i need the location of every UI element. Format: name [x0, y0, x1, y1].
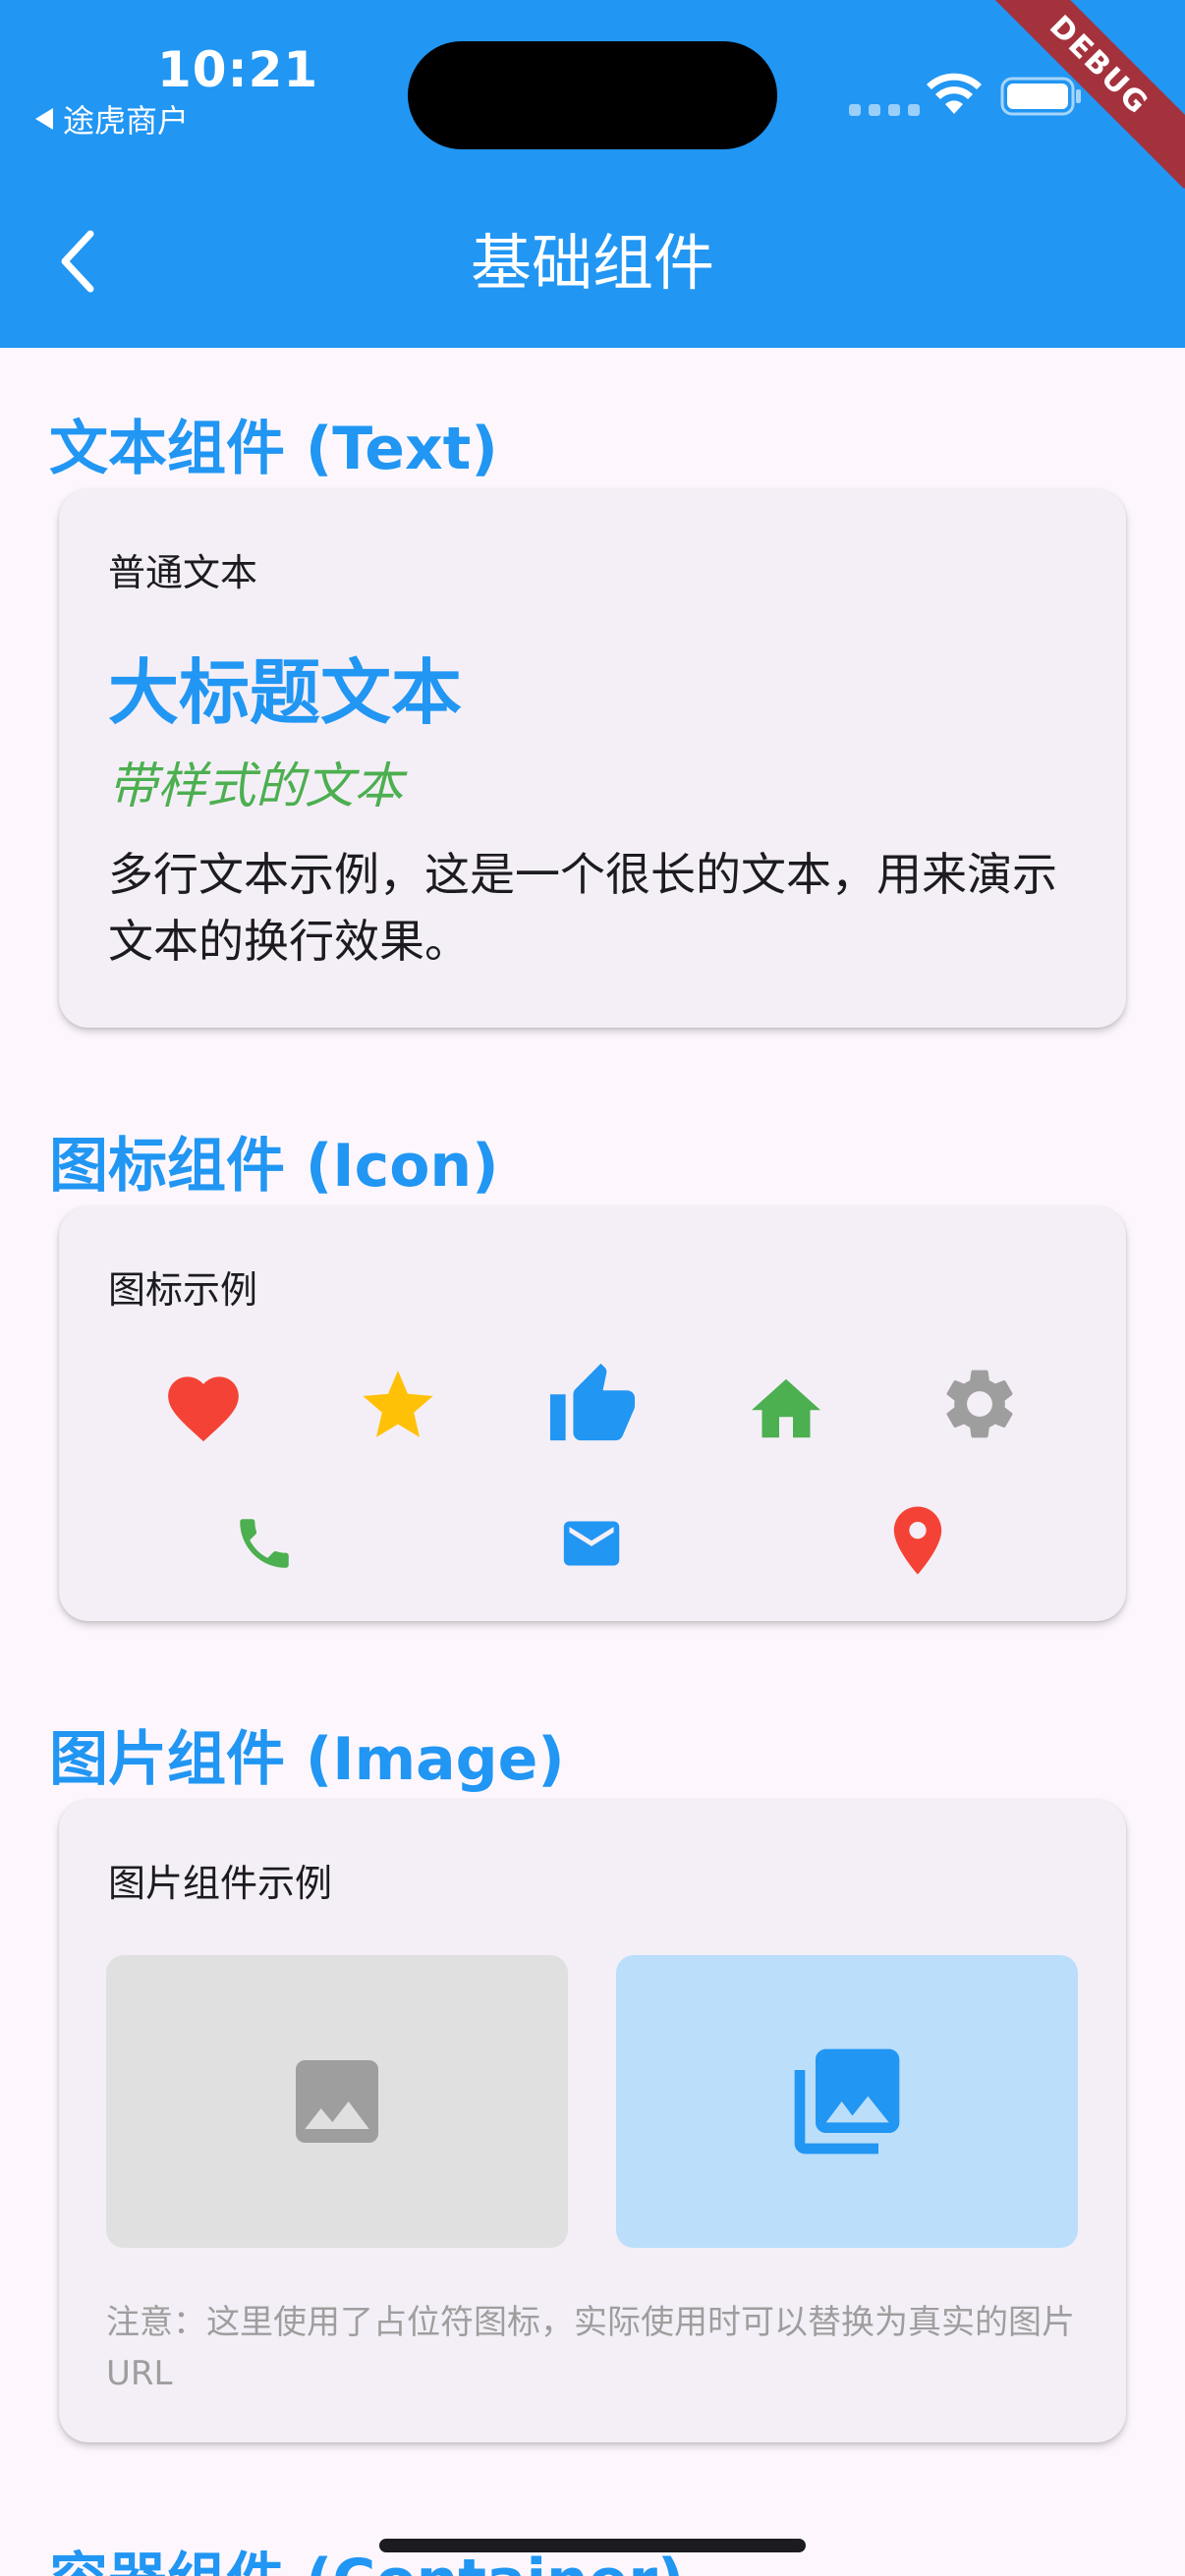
wifi-icon: [927, 73, 982, 114]
home-icon: [752, 1378, 820, 1438]
status-time: 10:21: [157, 41, 319, 98]
location-icon: [893, 1506, 942, 1575]
settings-icon: [946, 1370, 1013, 1438]
styled-text: 带样式的文本: [108, 757, 403, 814]
icon-example-label: 图标示例: [108, 1268, 258, 1312]
star-icon: [363, 1371, 433, 1437]
battery-icon: [1000, 77, 1081, 116]
thumb-up-icon: [549, 1363, 636, 1441]
screen: 10:21 途虎商户 DEBUG 基础组件 文本组件 (Text) 普通文本 大…: [0, 0, 1185, 2576]
normal-text: 普通文本: [108, 551, 258, 594]
favorite-icon: [168, 1376, 239, 1442]
image-placeholder-icon: [296, 2060, 378, 2143]
section-title-icon: 图标组件 (Icon): [49, 1132, 499, 1201]
section-title-text: 文本组件 (Text): [49, 415, 498, 483]
section-title-image: 图片组件 (Image): [49, 1725, 565, 1794]
big-title-text: 大标题文本: [108, 651, 463, 734]
icon-card: 图标示例: [59, 1206, 1126, 1621]
image-example-label: 图片组件示例: [108, 1862, 333, 1905]
phone-icon: [240, 1519, 289, 1568]
back-to-app-link[interactable]: 途虎商户: [35, 96, 189, 141]
back-to-app-label: 途虎商户: [63, 102, 190, 140]
cellular-signal-icon: [849, 104, 920, 116]
app-bar: 10:21 途虎商户 DEBUG 基础组件: [0, 0, 1185, 348]
page-title: 基础组件: [470, 227, 714, 299]
multiline-text: 多行文本示例，这是一个很长的文本，用来演示文本的换行效果。: [108, 848, 1057, 968]
dynamic-island: [408, 41, 777, 149]
image-note-text: 注意：这里使用了占位符图标，实际使用时可以替换为真实的图片URL: [106, 2303, 1075, 2393]
photo-library-icon: [794, 2048, 900, 2155]
email-icon: [563, 1521, 620, 1566]
home-indicator[interactable]: [379, 2539, 806, 2552]
back-triangle-icon: [35, 108, 53, 130]
image-placeholder-right: [616, 1955, 1078, 2248]
text-card: 普通文本 大标题文本 带样式的文本 多行文本示例，这是一个很长的文本，用来演示文…: [59, 489, 1126, 1028]
image-placeholder-left: [106, 1955, 568, 2248]
